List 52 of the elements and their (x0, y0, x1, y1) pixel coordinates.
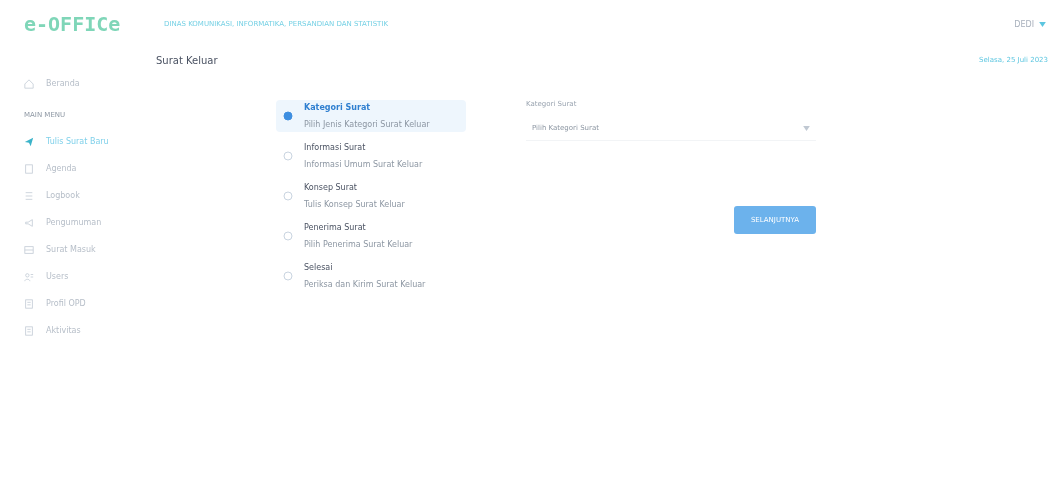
caret-icon (1039, 21, 1046, 27)
sidebar-item[interactable]: Tulis Surat Baru (24, 128, 140, 155)
sidebar-label: Surat Masuk (46, 245, 96, 254)
wizard-step[interactable]: Selesai Periksa dan Kirim Surat Keluar (276, 260, 466, 292)
step-icon (282, 190, 294, 202)
step-icon (282, 110, 294, 122)
sidebar-item[interactable]: Logbook (24, 182, 140, 209)
document-icon (24, 298, 34, 309)
sidebar-label: Profil OPD (46, 299, 86, 308)
sidebar-item[interactable]: Profil OPD (24, 290, 140, 317)
step-subtitle: Tulis Konsep Surat Keluar (304, 200, 405, 209)
wizard-step[interactable]: Kategori Surat Pilih Jenis Kategori Surat Keluar (276, 100, 466, 132)
users-icon (24, 271, 34, 282)
document-icon (24, 325, 34, 336)
step-title: Selesai (304, 263, 334, 272)
sidebar-label: Logbook (46, 191, 80, 200)
step-subtitle: Periksa dan Kirim Surat Keluar (304, 280, 426, 289)
sidebar-label: Beranda (46, 79, 80, 88)
step-subtitle: Informasi Umum Surat Keluar (304, 160, 423, 169)
wizard-step[interactable]: Konsep Surat Tulis Konsep Surat Keluar (276, 180, 466, 212)
step-subtitle: Pilih Jenis Kategori Surat Keluar (304, 120, 430, 129)
paper-plane-icon (24, 136, 34, 147)
step-icon (282, 230, 294, 242)
wizard-step[interactable]: Informasi Surat Informasi Umum Surat Keluar (276, 140, 466, 172)
step-icon (282, 150, 294, 162)
step-title: Konsep Surat (304, 183, 358, 192)
wizard-step[interactable]: Penerima Surat Pilih Penerima Surat Keluar (276, 220, 466, 252)
page-title: Surat Keluar (156, 54, 218, 66)
user-menu[interactable]: DEDI (1014, 19, 1046, 29)
step-title: Penerima Surat (304, 223, 367, 232)
sidebar-item[interactable]: Users (24, 263, 140, 290)
sidebar-item[interactable]: Pengumuman (24, 209, 140, 236)
sidebar-label: Users (46, 272, 69, 281)
sidebar-label: Agenda (46, 164, 77, 173)
sidebar-item[interactable]: Surat Masuk (24, 236, 140, 263)
step-icon (282, 270, 294, 282)
book-icon (24, 163, 34, 174)
inbox-icon (24, 244, 34, 255)
caret-icon (803, 125, 810, 131)
step-subtitle: Pilih Penerima Surat Keluar (304, 240, 413, 249)
sidebar-label: Pengumuman (46, 218, 102, 227)
sidebar-label: Tulis Surat Baru (46, 137, 109, 146)
sidebar-item[interactable]: Agenda (24, 155, 140, 182)
logo: e-OFFICe (24, 12, 122, 36)
megaphone-icon (24, 217, 34, 228)
sidebar-item[interactable]: Beranda (24, 70, 140, 97)
step-title: Kategori Surat (304, 103, 372, 112)
sidebar-item[interactable]: Aktivitas (24, 317, 140, 344)
step-title: Informasi Surat (304, 143, 367, 152)
sidebar-label: Aktivitas (46, 326, 81, 335)
home-icon (24, 78, 34, 89)
list-icon (24, 190, 34, 201)
